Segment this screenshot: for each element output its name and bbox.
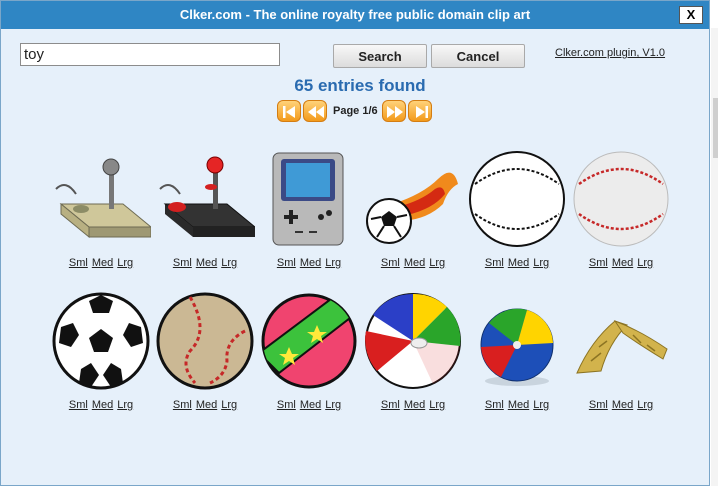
- large-link[interactable]: Lrg: [325, 257, 341, 269]
- worn-baseball-icon[interactable]: [155, 291, 255, 391]
- size-links: Sml Med Lrg: [257, 399, 361, 411]
- beach-ball-icon[interactable]: [363, 291, 463, 391]
- small-link[interactable]: Sml: [173, 399, 192, 411]
- soccer-ball-icon[interactable]: [51, 291, 151, 391]
- medium-link[interactable]: Med: [196, 399, 217, 411]
- size-links: Sml Med Lrg: [49, 257, 153, 269]
- baseball-outline-icon[interactable]: [467, 149, 567, 249]
- pager: Page 1/6: [277, 99, 432, 123]
- page-indicator: Page 1/6: [333, 105, 378, 117]
- search-input[interactable]: [20, 43, 280, 66]
- clker-dialog: Clker.com - The online royalty free publ…: [0, 0, 710, 486]
- handheld-game-console-icon[interactable]: [259, 149, 359, 249]
- large-link[interactable]: Lrg: [533, 257, 549, 269]
- small-link[interactable]: Sml: [173, 257, 192, 269]
- large-link[interactable]: Lrg: [221, 399, 237, 411]
- size-links: Sml Med Lrg: [257, 257, 361, 269]
- medium-link[interactable]: Med: [612, 399, 633, 411]
- boomerang-icon[interactable]: [571, 291, 671, 391]
- title-bar: Clker.com - The online royalty free publ…: [1, 1, 709, 29]
- medium-link[interactable]: Med: [508, 399, 529, 411]
- medium-link[interactable]: Med: [300, 257, 321, 269]
- medium-link[interactable]: Med: [92, 399, 113, 411]
- small-link[interactable]: Sml: [69, 257, 88, 269]
- size-links: Sml Med Lrg: [49, 399, 153, 411]
- results-count: 65 entries found: [294, 76, 426, 95]
- small-link[interactable]: Sml: [589, 399, 608, 411]
- medium-link[interactable]: Med: [404, 257, 425, 269]
- result-item: Sml Med Lrg: [569, 149, 673, 289]
- last-page-icon[interactable]: [407, 100, 432, 122]
- large-link[interactable]: Lrg: [117, 399, 133, 411]
- result-item: Sml Med Lrg: [153, 149, 257, 289]
- large-link[interactable]: Lrg: [637, 257, 653, 269]
- dialog-content: Search Cancel Clker.com plugin, V1.0 65 …: [1, 29, 709, 485]
- result-item: Sml Med Lrg: [465, 149, 569, 289]
- small-link[interactable]: Sml: [277, 399, 296, 411]
- medium-link[interactable]: Med: [404, 399, 425, 411]
- large-link[interactable]: Lrg: [637, 399, 653, 411]
- result-item: Sml Med Lrg: [465, 291, 569, 431]
- result-item: Sml Med Lrg: [257, 149, 361, 289]
- small-link[interactable]: Sml: [381, 257, 400, 269]
- search-button[interactable]: Search: [333, 44, 427, 68]
- result-item: Sml Med Lrg: [153, 291, 257, 431]
- size-links: Sml Med Lrg: [361, 257, 465, 269]
- small-link[interactable]: Sml: [381, 399, 400, 411]
- window-title: Clker.com - The online royalty free publ…: [179, 7, 531, 22]
- medium-link[interactable]: Med: [508, 257, 529, 269]
- small-beach-ball-icon[interactable]: [467, 291, 567, 391]
- previous-page-icon[interactable]: [303, 100, 327, 122]
- medium-link[interactable]: Med: [300, 399, 321, 411]
- next-page-icon[interactable]: [381, 100, 406, 122]
- size-links: Sml Med Lrg: [465, 399, 569, 411]
- first-page-icon[interactable]: [277, 100, 301, 122]
- result-item: Sml Med Lrg: [361, 149, 465, 289]
- size-links: Sml Med Lrg: [569, 399, 673, 411]
- medium-link[interactable]: Med: [612, 257, 633, 269]
- large-link[interactable]: Lrg: [117, 257, 133, 269]
- star-ball-icon[interactable]: [259, 291, 359, 391]
- small-link[interactable]: Sml: [485, 399, 504, 411]
- size-links: Sml Med Lrg: [153, 399, 257, 411]
- result-item: Sml Med Lrg: [49, 291, 153, 431]
- large-link[interactable]: Lrg: [429, 399, 445, 411]
- result-item: Sml Med Lrg: [361, 291, 465, 431]
- joystick-black-icon[interactable]: [155, 149, 255, 249]
- small-link[interactable]: Sml: [485, 257, 504, 269]
- cancel-button[interactable]: Cancel: [431, 44, 525, 68]
- size-links: Sml Med Lrg: [569, 257, 673, 269]
- small-link[interactable]: Sml: [277, 257, 296, 269]
- background-scrollbar: [711, 28, 718, 486]
- small-link[interactable]: Sml: [69, 399, 88, 411]
- size-links: Sml Med Lrg: [361, 399, 465, 411]
- scrollbar-thumb: [713, 98, 718, 158]
- flaming-soccer-ball-icon[interactable]: [363, 149, 463, 249]
- small-link[interactable]: Sml: [589, 257, 608, 269]
- size-links: Sml Med Lrg: [465, 257, 569, 269]
- medium-link[interactable]: Med: [92, 257, 113, 269]
- joystick-beige-icon[interactable]: [51, 149, 151, 249]
- large-link[interactable]: Lrg: [325, 399, 341, 411]
- medium-link[interactable]: Med: [196, 257, 217, 269]
- baseball-icon[interactable]: [571, 149, 671, 249]
- close-button[interactable]: X: [679, 6, 703, 24]
- result-item: Sml Med Lrg: [569, 291, 673, 431]
- large-link[interactable]: Lrg: [221, 257, 237, 269]
- result-item: Sml Med Lrg: [257, 291, 361, 431]
- size-links: Sml Med Lrg: [153, 257, 257, 269]
- result-item: Sml Med Lrg: [49, 149, 153, 289]
- plugin-link[interactable]: Clker.com plugin, V1.0: [555, 47, 665, 59]
- large-link[interactable]: Lrg: [533, 399, 549, 411]
- large-link[interactable]: Lrg: [429, 257, 445, 269]
